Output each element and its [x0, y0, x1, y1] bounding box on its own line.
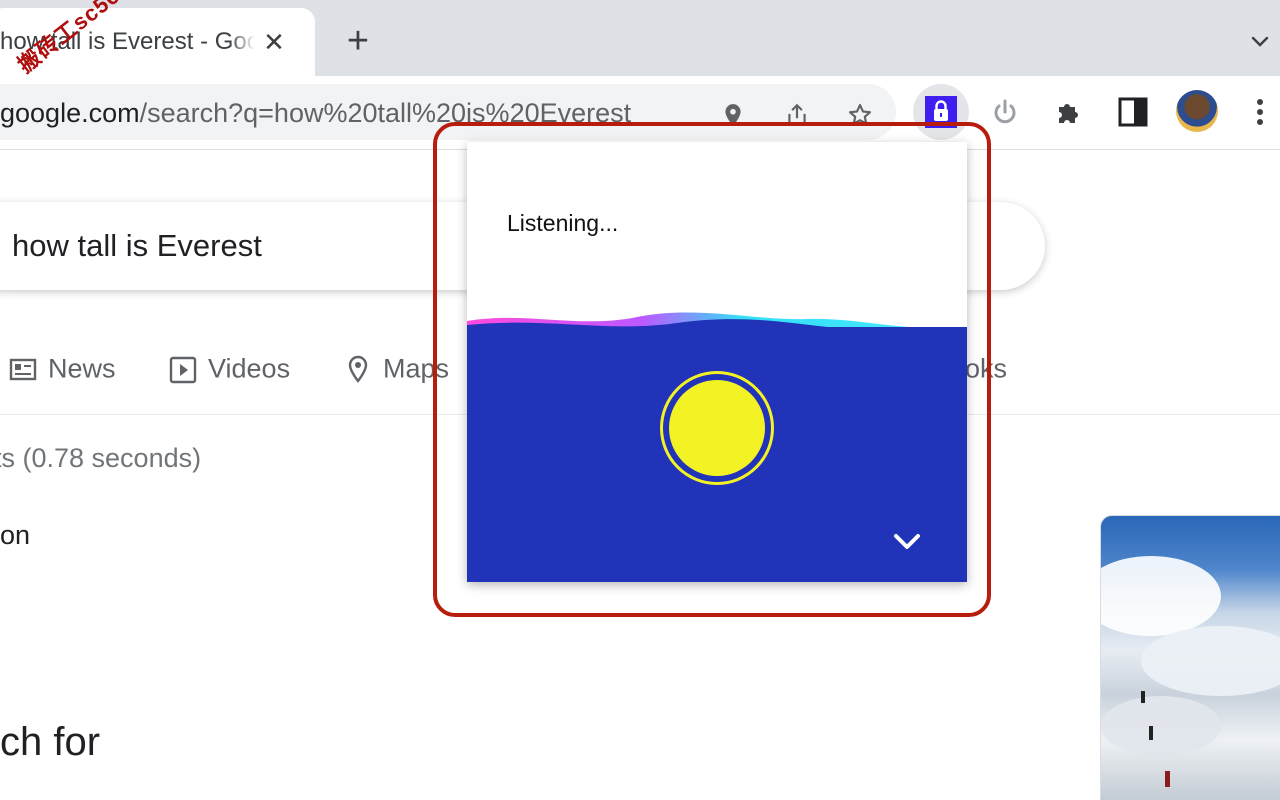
chevron-down-icon[interactable] [891, 529, 923, 555]
everest-knowledge-panel-image[interactable] [1100, 515, 1280, 800]
side-panel-icon[interactable] [1117, 96, 1149, 128]
profile-avatar[interactable] [1176, 90, 1218, 132]
tab-search-chevron-icon[interactable] [1248, 30, 1272, 54]
map-pin-icon [348, 355, 368, 383]
voice-input-panel [467, 327, 967, 582]
filter-label-news: News [48, 353, 116, 384]
filter-label-videos: Videos [208, 353, 291, 384]
people-also-search-heading: ch for [0, 720, 101, 764]
result-snippet-fragment: on [0, 520, 31, 550]
power-icon[interactable] [989, 96, 1021, 128]
extensions-puzzle-icon[interactable] [1053, 96, 1085, 128]
kebab-menu-icon[interactable] [1246, 96, 1274, 128]
filter-tab-news[interactable]: News [8, 352, 116, 392]
url-host: google.com [0, 98, 140, 128]
video-play-icon [169, 356, 197, 384]
news-icon [9, 358, 37, 381]
filter-tab-videos[interactable]: Videos [168, 352, 290, 392]
listening-status-text: Listening... [507, 210, 619, 236]
voice-extension-popup: Listening... [467, 142, 967, 582]
tab-close-button[interactable]: ✕ [260, 28, 288, 56]
tab-strip: how tall is Everest - Google Search ✕ + [0, 0, 1280, 76]
screenshot-root: how tall is Everest - Google Search ✕ + … [0, 0, 1280, 800]
new-tab-button[interactable]: + [340, 22, 376, 60]
result-stats: ts (0.78 seconds) [0, 443, 202, 473]
search-query-text[interactable]: how tall is Everest [12, 228, 262, 264]
microphone-button[interactable] [669, 380, 765, 476]
